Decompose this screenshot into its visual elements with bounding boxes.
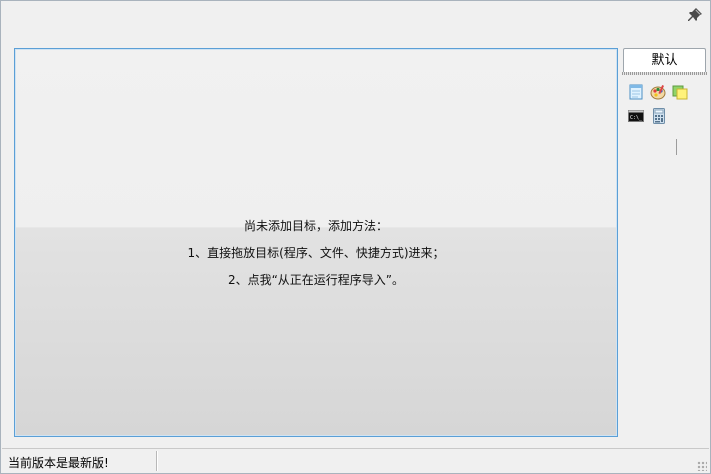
pin-icon[interactable] — [687, 7, 703, 23]
cmd-icon[interactable]: C:\_ — [628, 108, 644, 124]
hint-method-import[interactable]: 2、点我“从正在运行程序导入”。 — [15, 267, 617, 294]
notepad-icon[interactable] — [628, 84, 644, 100]
empty-hint[interactable]: 尚未添加目标，添加方法： 1、直接拖放目标(程序、文件、快捷方式)进来； 2、点… — [15, 213, 617, 294]
tab-default[interactable]: 默认 — [623, 48, 706, 73]
launcher-panel[interactable]: 尚未添加目标，添加方法： 1、直接拖放目标(程序、文件、快捷方式)进来； 2、点… — [14, 48, 618, 437]
tab-separator — [622, 72, 707, 75]
svg-text:C:\_: C:\_ — [630, 115, 643, 121]
status-separator — [156, 451, 157, 471]
status-bar: 当前版本是最新版! — [2, 448, 709, 473]
calculator-icon[interactable] — [651, 108, 667, 124]
hint-title: 尚未添加目标，添加方法： — [243, 219, 388, 233]
hint-method-drag: 1、直接拖放目标(程序、文件、快捷方式)进来； — [187, 246, 445, 260]
icon-divider — [676, 139, 677, 155]
paint-icon[interactable] — [650, 84, 666, 100]
side-panel: 默认 C:\_ — [622, 48, 707, 437]
version-status: 当前版本是最新版! — [8, 456, 109, 470]
app-window: 尚未添加目标，添加方法： 1、直接拖放目标(程序、文件、快捷方式)进来； 2、点… — [0, 0, 711, 474]
resize-grip-icon[interactable] — [697, 461, 707, 471]
sticky-notes-icon[interactable] — [672, 84, 688, 100]
